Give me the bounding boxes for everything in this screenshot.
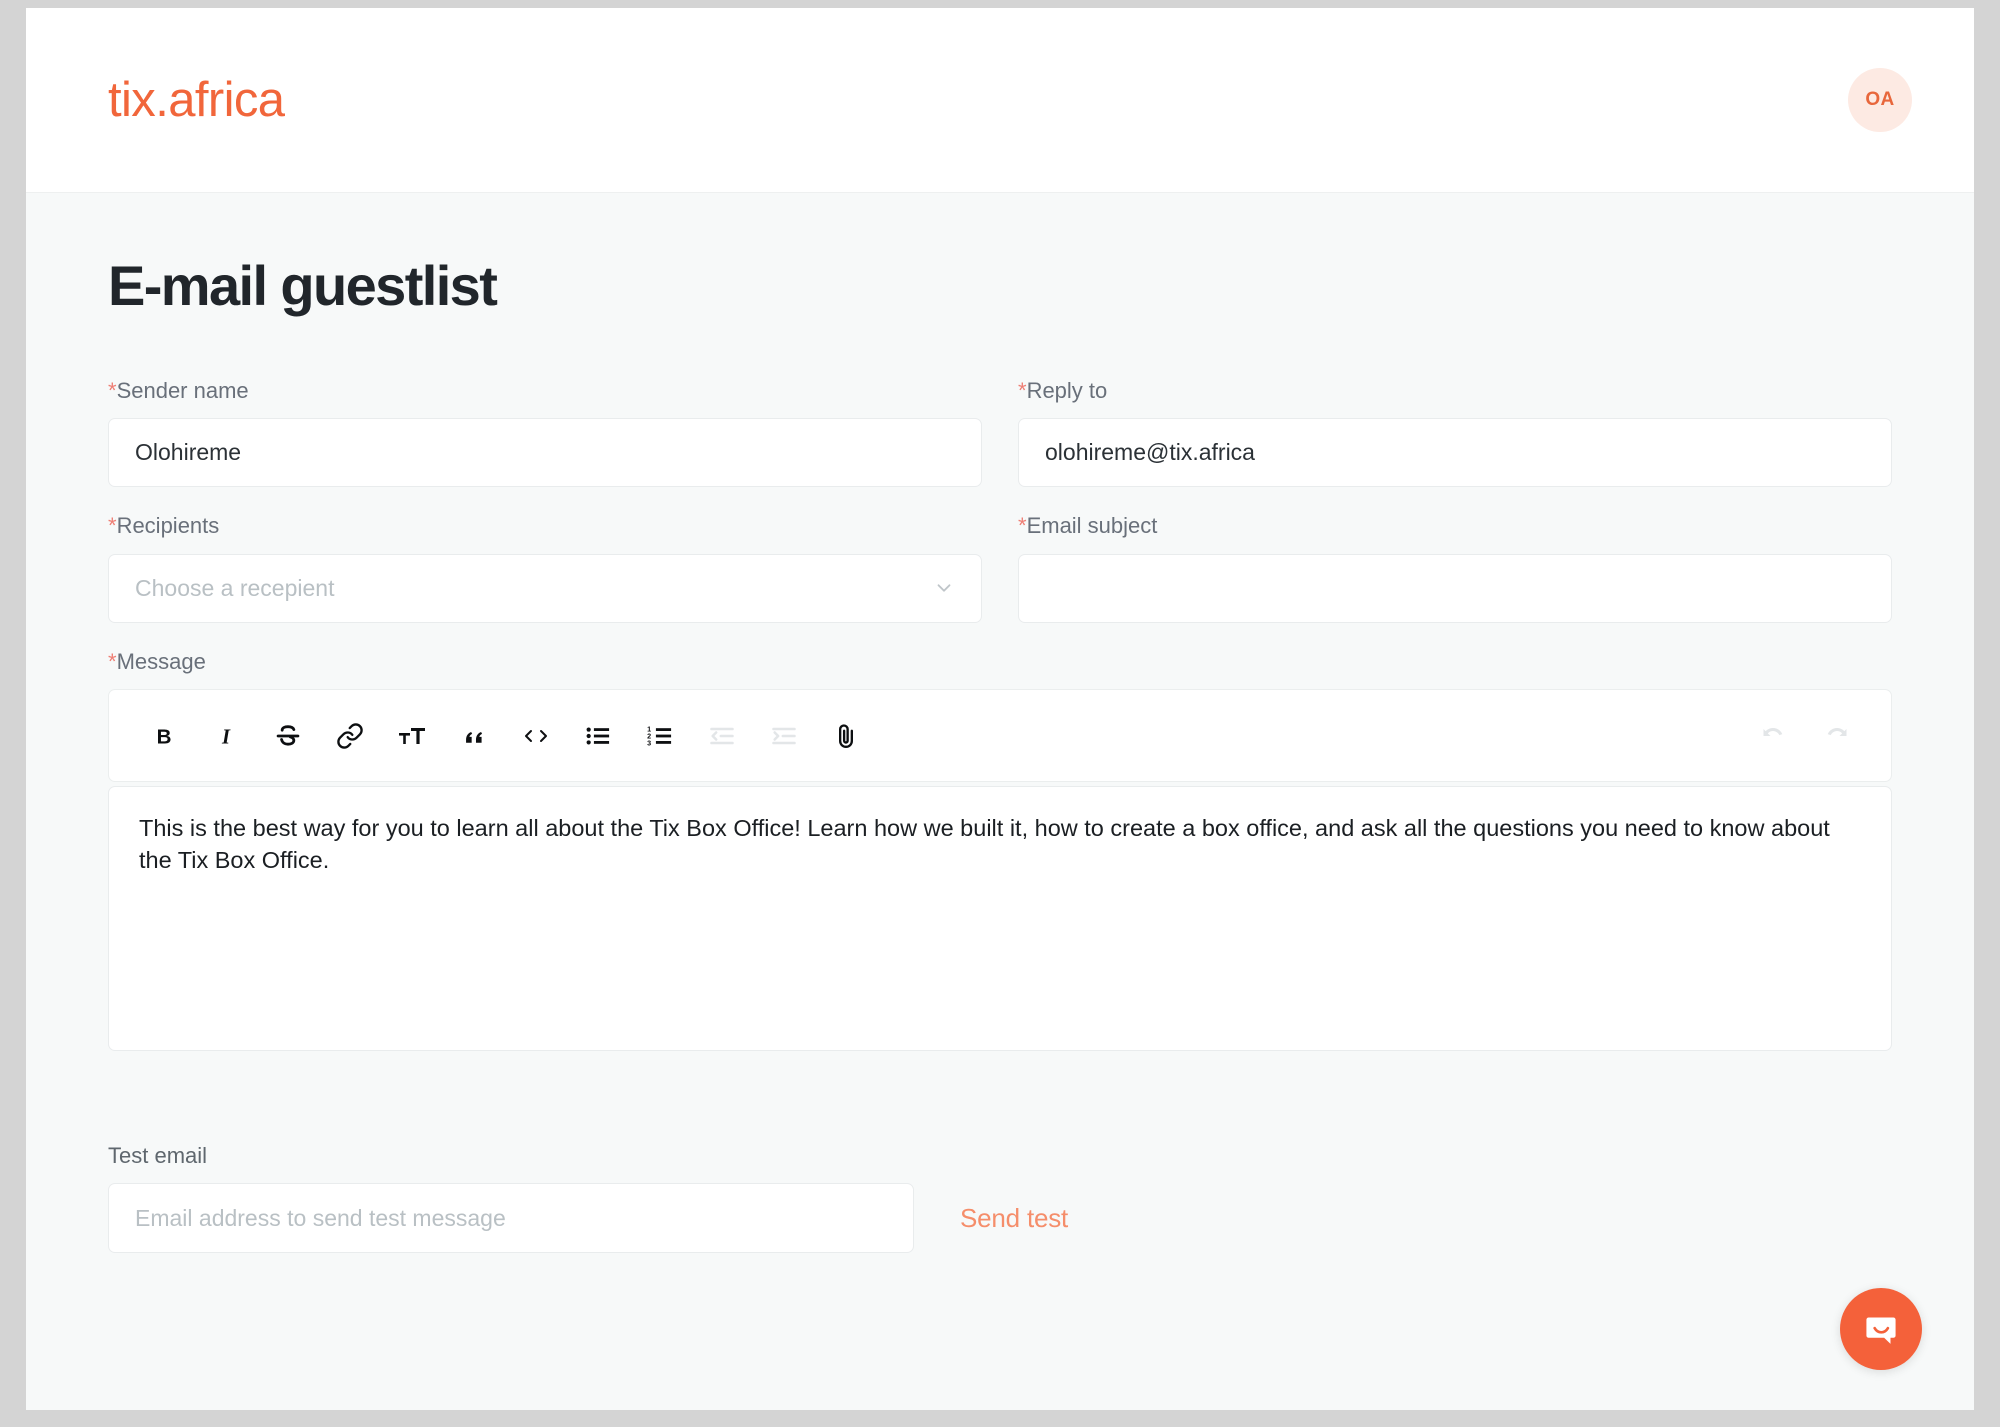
undo-icon[interactable] <box>1743 705 1805 767</box>
message-label-text: Message <box>117 649 206 674</box>
outdent-icon[interactable] <box>691 705 753 767</box>
sender-name-input[interactable] <box>108 418 982 487</box>
bulleted-list-icon[interactable] <box>567 705 629 767</box>
recipients-label: *Recipients <box>108 513 982 539</box>
avatar-initials: OA <box>1865 89 1894 111</box>
app-header: tix.africa OA <box>26 8 1974 193</box>
reply-to-label-text: Reply to <box>1027 378 1108 403</box>
field-sender-name: *Sender name <box>108 378 982 487</box>
svg-text:I: I <box>221 726 231 748</box>
sender-name-label-text: Sender name <box>117 378 249 403</box>
numbered-list-icon[interactable]: 1 2 3 <box>629 705 691 767</box>
attachment-icon[interactable] <box>815 705 877 767</box>
font-size-icon[interactable] <box>381 705 443 767</box>
form-row-2: *Recipients Choose a recepient *Email su… <box>108 513 1892 622</box>
required-asterisk: * <box>108 378 117 403</box>
message-label: *Message <box>108 649 1892 675</box>
test-email-input[interactable] <box>108 1183 914 1253</box>
code-icon[interactable] <box>505 705 567 767</box>
reply-to-input[interactable] <box>1018 418 1892 487</box>
email-subject-label-text: Email subject <box>1027 513 1158 538</box>
email-subject-input[interactable] <box>1018 554 1892 623</box>
svg-text:3: 3 <box>647 738 651 747</box>
editor-toolbar: B I <box>108 689 1892 782</box>
message-editor-body[interactable]: This is the best way for you to learn al… <box>108 786 1892 1051</box>
email-subject-label: *Email subject <box>1018 513 1892 539</box>
app-window: tix.africa OA E-mail guestlist *Sender n… <box>26 8 1974 1410</box>
required-asterisk: * <box>1018 513 1027 538</box>
link-icon[interactable] <box>319 705 381 767</box>
send-test-button[interactable]: Send test <box>960 1203 1068 1234</box>
field-recipients: *Recipients Choose a recepient <box>108 513 982 622</box>
brand-logo[interactable]: tix.africa <box>108 76 284 125</box>
test-email-row: Send test <box>108 1183 1892 1253</box>
blockquote-icon[interactable] <box>443 705 505 767</box>
intercom-chat-icon[interactable] <box>1840 1288 1922 1370</box>
test-email-section: Test email Send test <box>108 1143 1892 1253</box>
chevron-down-icon <box>933 577 955 599</box>
recipients-placeholder: Choose a recepient <box>135 575 334 602</box>
required-asterisk: * <box>108 513 117 538</box>
svg-text:B: B <box>157 725 172 748</box>
italic-icon[interactable]: I <box>195 705 257 767</box>
form-row-1: *Sender name *Reply to <box>108 378 1892 487</box>
sender-name-label: *Sender name <box>108 378 982 404</box>
avatar[interactable]: OA <box>1848 68 1912 132</box>
strikethrough-icon[interactable] <box>257 705 319 767</box>
reply-to-label: *Reply to <box>1018 378 1892 404</box>
indent-icon[interactable] <box>753 705 815 767</box>
field-email-subject: *Email subject <box>1018 513 1892 622</box>
recipients-label-text: Recipients <box>117 513 220 538</box>
main-content: E-mail guestlist *Sender name *Reply to … <box>26 193 1974 1410</box>
test-email-label: Test email <box>108 1143 1892 1169</box>
recipients-select[interactable]: Choose a recepient <box>108 554 982 623</box>
required-asterisk: * <box>108 649 117 674</box>
redo-icon[interactable] <box>1805 705 1867 767</box>
field-message: *Message B I <box>108 649 1892 1051</box>
page-title: E-mail guestlist <box>108 253 1892 318</box>
required-asterisk: * <box>1018 378 1027 403</box>
bold-icon[interactable]: B <box>133 705 195 767</box>
field-reply-to: *Reply to <box>1018 378 1892 487</box>
